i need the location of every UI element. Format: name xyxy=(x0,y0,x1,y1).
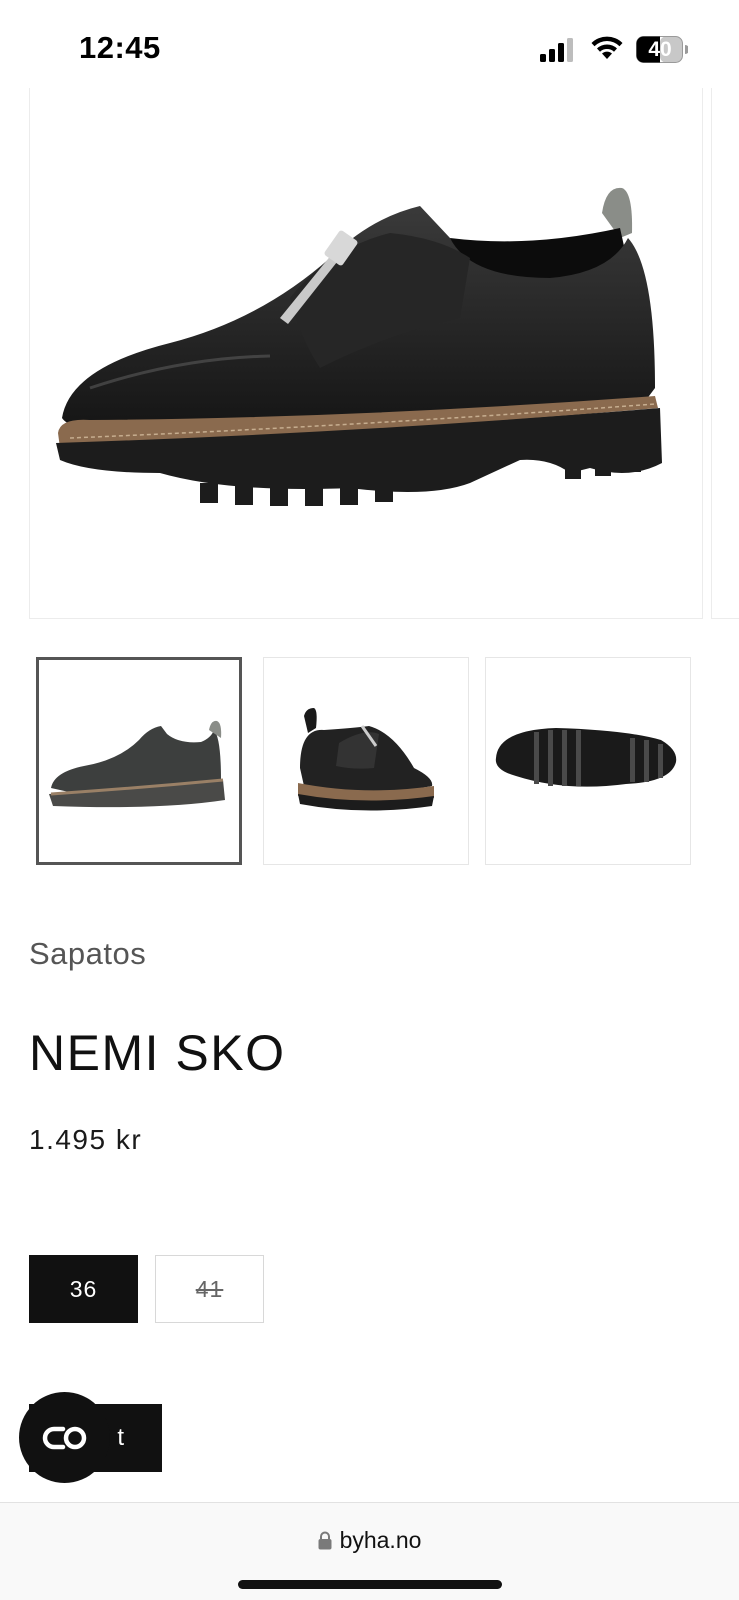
chat-link-icon xyxy=(42,1426,86,1449)
shoe-image xyxy=(56,187,662,506)
chat-button[interactable] xyxy=(19,1392,110,1483)
product-title: NEMI SKO xyxy=(29,1025,286,1081)
main-product-image[interactable] xyxy=(29,88,703,619)
thumbnail-side-view[interactable] xyxy=(36,657,242,865)
wifi-icon xyxy=(591,36,623,59)
shoe-sole-thumbnail-icon xyxy=(495,728,677,787)
home-indicator xyxy=(238,1580,502,1589)
product-category[interactable]: Sapatos xyxy=(29,936,146,972)
status-bar: 12:45 40 xyxy=(0,0,739,92)
browser-bottom-bar: byha.no xyxy=(0,1502,739,1600)
battery-level: 40 xyxy=(648,38,672,61)
signal-icon xyxy=(540,38,573,62)
next-product-image[interactable] xyxy=(711,88,739,619)
add-to-cart-label: t xyxy=(117,1424,124,1451)
shoe-angled-thumbnail-icon xyxy=(298,708,434,811)
size-option-36[interactable]: 36 xyxy=(29,1255,138,1323)
lock-icon xyxy=(318,1531,332,1550)
thumbnail-sole-view[interactable] xyxy=(485,657,691,865)
status-time: 12:45 xyxy=(79,30,161,65)
url-text: byha.no xyxy=(339,1527,422,1553)
shoe-side-thumbnail-icon xyxy=(49,720,225,808)
thumbnail-angled-view[interactable] xyxy=(263,657,469,865)
size-option-41[interactable]: 41 xyxy=(155,1255,264,1323)
address-bar[interactable]: byha.no xyxy=(0,1527,739,1554)
product-price: 1.495 kr xyxy=(29,1124,143,1155)
